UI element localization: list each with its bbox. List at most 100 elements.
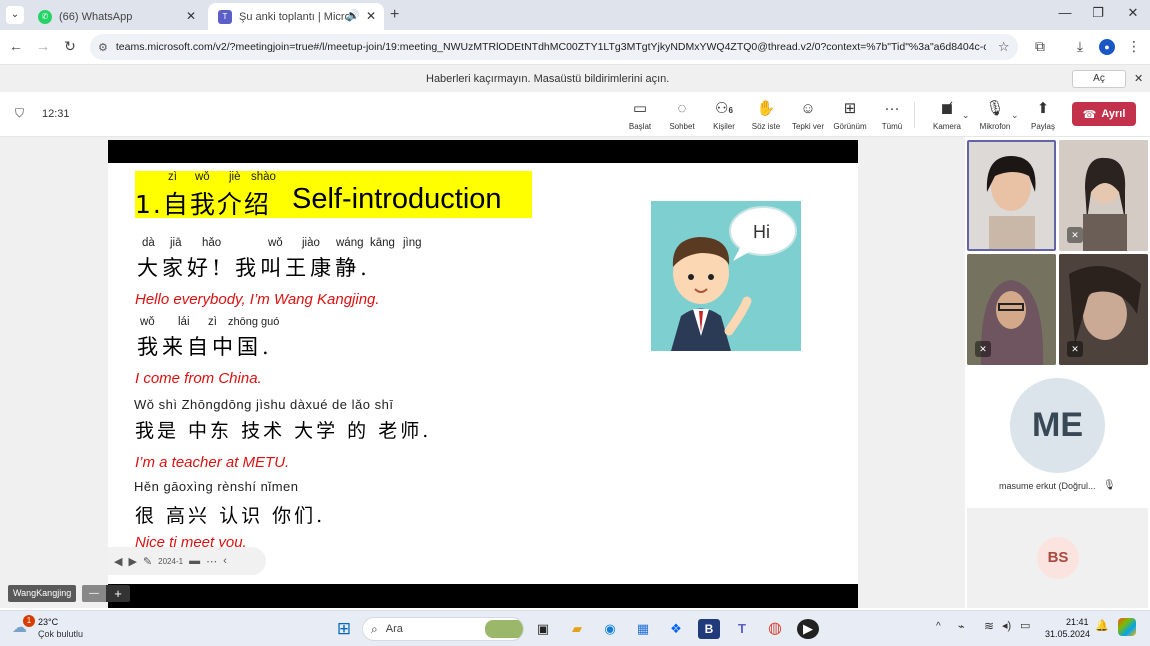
close-window-button[interactable]: ✕ bbox=[1123, 5, 1143, 21]
tray-chevron-icon[interactable]: ^ bbox=[936, 621, 941, 632]
people-button[interactable]: ⚇6 Kişiler bbox=[702, 100, 746, 131]
participant-video-4[interactable]: ✕ bbox=[1059, 254, 1148, 365]
dropbox-icon[interactable]: ❖ bbox=[665, 619, 687, 639]
close-notification-icon[interactable]: ✕ bbox=[1134, 72, 1143, 85]
participant-avatar-me[interactable]: ME bbox=[1010, 378, 1105, 473]
pinyin: zì bbox=[208, 316, 217, 328]
search-highlight-image bbox=[485, 620, 523, 638]
copilot-icon[interactable] bbox=[1118, 618, 1136, 636]
store-icon[interactable]: ▦ bbox=[632, 619, 654, 639]
close-tab-icon[interactable]: ✕ bbox=[186, 9, 196, 23]
share-button[interactable]: ⬆ Paylaş bbox=[1021, 100, 1065, 131]
battery-icon[interactable]: ▭ bbox=[1020, 619, 1030, 632]
view-button[interactable]: ⊞ Görünüm bbox=[828, 100, 872, 131]
zoom-out-button[interactable]: — bbox=[82, 585, 106, 602]
url-text[interactable]: teams.microsoft.com/v2/?meetingjoin=true… bbox=[116, 41, 986, 53]
participant-video-1[interactable] bbox=[967, 140, 1056, 251]
pinyin: lái bbox=[178, 316, 190, 328]
minimize-button[interactable]: — bbox=[1055, 5, 1075, 20]
participant-video-3[interactable]: ✕ bbox=[967, 254, 1056, 365]
b-app-icon[interactable]: B bbox=[698, 619, 720, 639]
pinyin: jiā bbox=[170, 237, 182, 249]
taskbar-time[interactable]: 21:41 bbox=[1066, 617, 1089, 627]
letterbox-top bbox=[108, 140, 858, 163]
next-slide-icon[interactable]: ▶ bbox=[128, 555, 136, 568]
bookmark-star-icon[interactable]: ☆ bbox=[998, 39, 1010, 55]
subtitles-icon[interactable]: ▬ bbox=[189, 555, 200, 567]
zoom-in-button[interactable]: + bbox=[106, 585, 130, 602]
presenter-name-label: WangKangjing bbox=[8, 585, 77, 602]
notification-bell-icon[interactable]: 🔔 bbox=[1095, 619, 1109, 632]
taskbar-date[interactable]: 31.05.2024 bbox=[1045, 629, 1090, 639]
enable-notifications-button[interactable]: Aç bbox=[1072, 70, 1126, 88]
back-arrow-icon[interactable]: ← bbox=[6, 38, 26, 54]
url-box[interactable]: ⚙ teams.microsoft.com/v2/?meetingjoin=tr… bbox=[90, 34, 1018, 60]
toolbar-divider bbox=[914, 102, 915, 128]
speech-bubble-text: Hi bbox=[753, 222, 770, 242]
task-view-icon[interactable]: ▣ bbox=[532, 619, 554, 639]
participant-1-illustration bbox=[969, 142, 1054, 249]
participant-tile-bs[interactable]: BS bbox=[967, 508, 1148, 608]
collapse-chevron-icon[interactable]: ‹ bbox=[223, 555, 227, 567]
volume-icon[interactable]: ◂) bbox=[1002, 619, 1011, 632]
start-windows-icon[interactable]: ⊞ bbox=[333, 619, 355, 639]
notification-bar: Haberleri kaçırmayın. Masaüstü bildiriml… bbox=[0, 65, 1150, 92]
weather-temp: 23°C bbox=[38, 617, 59, 627]
network-off-icon[interactable]: ⌁ bbox=[958, 620, 965, 633]
browser-menu-icon[interactable]: ⋮ bbox=[1124, 38, 1144, 55]
file-explorer-icon[interactable]: ▰ bbox=[566, 619, 588, 639]
shared-slide: zì wǒ jiè shào 1.自我介绍 Self-introduction … bbox=[108, 163, 858, 584]
chrome-icon[interactable]: ◍ bbox=[764, 619, 786, 639]
previous-slide-icon[interactable]: ◀ bbox=[114, 555, 122, 568]
pinyin: jìng bbox=[403, 237, 422, 249]
tab-teams[interactable]: T Şu anki toplantı | Microsoft 🔊 ✕ bbox=[208, 3, 384, 30]
address-bar-row: ← → ↻ ⚙ teams.microsoft.com/v2/?meetingj… bbox=[0, 30, 1150, 65]
download-icon[interactable]: ⤓ bbox=[1070, 38, 1090, 55]
profile-avatar-icon[interactable]: ● bbox=[1099, 39, 1115, 55]
phone-hangup-icon: ☎ bbox=[1082, 108, 1097, 121]
new-tab-button[interactable]: + bbox=[390, 6, 399, 24]
participants-panel: ✕ ✕ ✕ ME masume erkut (Doğrul... 🎙 BS bbox=[965, 137, 1150, 608]
tab-search-icon[interactable]: ⌄ bbox=[6, 6, 24, 24]
line3-chinese: 我是 中东 技术 大学 的 老师. bbox=[135, 420, 432, 442]
speaker-icon[interactable]: 🔊 bbox=[346, 9, 360, 22]
site-info-icon[interactable]: ⚙ bbox=[98, 41, 108, 54]
pinyin: jiào bbox=[302, 237, 320, 249]
raise-hand-button[interactable]: ✋ Söz iste bbox=[744, 100, 788, 131]
more-options-icon[interactable]: ⋯ bbox=[206, 555, 217, 568]
teams-taskbar-icon[interactable]: T bbox=[731, 619, 753, 639]
leave-button[interactable]: ☎ Ayrıl bbox=[1072, 102, 1136, 126]
pinyin: dà bbox=[142, 237, 155, 249]
pen-icon[interactable]: ✎ bbox=[143, 555, 152, 568]
tab-whatsapp[interactable]: ✆ (66) WhatsApp ✕ bbox=[28, 3, 204, 30]
muted-mic-icon: ✕ bbox=[975, 341, 991, 357]
more-button[interactable]: ··· Tümü bbox=[870, 100, 914, 131]
pinyin: zhōng guó bbox=[228, 316, 280, 328]
shield-icon: ⛉ bbox=[15, 106, 25, 120]
mic-options-chevron-icon[interactable]: ⌄ bbox=[1011, 110, 1019, 121]
react-button[interactable]: ☺ Tepki ver bbox=[786, 100, 830, 131]
chat-button[interactable]: ◌ Sohbet bbox=[660, 100, 704, 131]
share-screen-button[interactable]: ▭ Başlat bbox=[618, 100, 662, 131]
close-tab-icon[interactable]: ✕ bbox=[366, 9, 376, 23]
taskbar-search[interactable]: ⌕ Ara bbox=[362, 617, 524, 641]
smiley-icon: ☺ bbox=[800, 100, 816, 117]
participant-avatar-bs: BS bbox=[1037, 537, 1079, 579]
restore-button[interactable]: ❐ bbox=[1088, 5, 1108, 21]
reload-icon[interactable]: ↻ bbox=[60, 38, 80, 55]
share-up-icon: ⬆ bbox=[1036, 100, 1050, 117]
windows-taskbar: ☁ 1 23°C Çok bulutlu ⊞ ⌕ Ara ▣ ▰ ◉ ▦ ❖ B… bbox=[0, 610, 1150, 646]
camera-options-chevron-icon[interactable]: ⌄ bbox=[962, 110, 970, 121]
edge-icon[interactable]: ◉ bbox=[599, 619, 621, 639]
search-icon: ⌕ bbox=[371, 621, 378, 636]
wifi-icon[interactable]: ≋ bbox=[984, 619, 994, 633]
pinyin: wáng bbox=[336, 237, 364, 249]
pinyin: wǒ bbox=[195, 171, 210, 183]
forward-arrow-icon[interactable]: → bbox=[33, 38, 53, 54]
media-player-icon[interactable]: ▶ bbox=[797, 619, 819, 639]
extensions-icon[interactable]: ⧉ bbox=[1030, 38, 1050, 55]
meeting-toolbar: ⛉ 12:31 ▭ Başlat ◌ Sohbet ⚇6 Kişiler ✋ Söz i… bbox=[0, 92, 1150, 137]
participant-video-2[interactable]: ✕ bbox=[1059, 140, 1148, 251]
weather-widget[interactable]: ☁ 1 bbox=[12, 615, 35, 638]
pinyin: wǒ bbox=[140, 316, 155, 328]
